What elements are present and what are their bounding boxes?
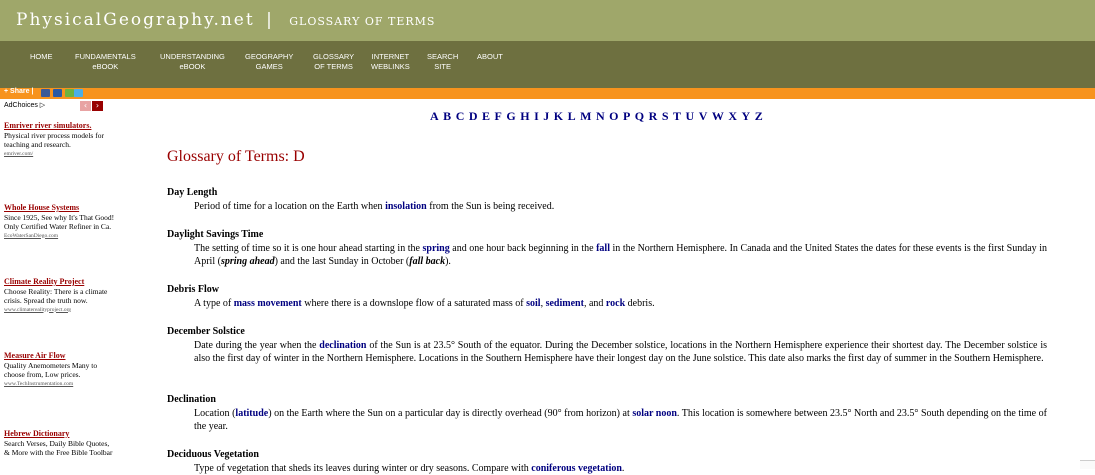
alphabet-link-i[interactable]: I	[534, 109, 540, 123]
glossary-entry: Debris Flow A type of mass movement wher…	[167, 283, 1047, 310]
term-link[interactable]: insolation	[385, 201, 427, 212]
alphabet-link-e[interactable]: E	[482, 109, 492, 123]
term-definition: Date during the year when the declinatio…	[194, 340, 1047, 364]
alphabet-link-s[interactable]: S	[662, 109, 670, 123]
ad-title[interactable]: Measure Air Flow	[4, 351, 116, 361]
facebook-icon[interactable]	[41, 89, 50, 97]
term-link[interactable]: solar noon	[632, 408, 677, 419]
term-title: Daylight Savings Time	[167, 229, 264, 240]
ad-body: Quality Anemometers Many to choose from,…	[4, 360, 98, 380]
alphabet-link-h[interactable]: H	[520, 109, 531, 123]
term-link[interactable]: mass movement	[234, 298, 302, 309]
glossary-entry: Deciduous Vegetation Type of vegetation …	[167, 448, 1047, 475]
alphabet-link-y[interactable]: Y	[742, 109, 752, 123]
term-definition: Period of time for a location on the Ear…	[194, 201, 555, 212]
alphabet-link-f[interactable]: F	[495, 109, 504, 123]
alphabet-link-l[interactable]: L	[568, 109, 578, 123]
site-name[interactable]: PhysicalGeography.net	[16, 10, 255, 30]
term-definition: Type of vegetation that sheds its leaves…	[194, 463, 625, 474]
alphabet-link-g[interactable]: G	[506, 109, 517, 123]
ad-block[interactable]: Measure Air Flow Quality Anemometers Man…	[4, 351, 116, 389]
adchoices-label[interactable]: AdChoices ▷	[4, 101, 45, 109]
nav-geography-games[interactable]: GEOGRAPHY GAMES	[245, 52, 293, 72]
ad-body: Choose Reality: There is a climate crisi…	[4, 286, 108, 306]
ad-url[interactable]: emriver.com/	[4, 150, 116, 160]
title-separator: |	[266, 10, 274, 30]
ad-title[interactable]: Climate Reality Project	[4, 277, 116, 287]
alphabet-link-j[interactable]: J	[543, 109, 551, 123]
alphabet-link-n[interactable]: N	[596, 109, 606, 123]
term-link[interactable]: soil	[526, 298, 540, 309]
ad-url[interactable]: www.TechInstrumentation.com	[4, 380, 116, 390]
alphabet-link-o[interactable]: O	[609, 109, 620, 123]
alphabet-link-w[interactable]: W	[712, 109, 726, 123]
ad-block[interactable]: Emriver river simulators. Physical river…	[4, 121, 116, 159]
page-title: Glossary of Terms: D	[167, 148, 305, 165]
nav-glossary[interactable]: GLOSSARY OF TERMS	[313, 52, 354, 72]
glossary-entry: Day Length Period of time for a location…	[167, 186, 1047, 213]
ad-url[interactable]: www.climaterealityproject.org	[4, 306, 116, 316]
glossary-entry: Declination Location (latitude) on the E…	[167, 393, 1047, 433]
glossary-entry: Daylight Savings Time The setting of tim…	[167, 228, 1047, 268]
alphabet-link-x[interactable]: X	[728, 109, 738, 123]
alphabet-link-m[interactable]: M	[580, 109, 593, 123]
ad-body: Search Verses, Daily Bible Quotes, & Mor…	[4, 438, 113, 458]
term-title: December Solstice	[167, 326, 245, 337]
nav-home[interactable]: HOME	[30, 52, 53, 62]
term-link[interactable]: latitude	[235, 408, 268, 419]
alphabet-link-t[interactable]: T	[673, 109, 683, 123]
share-button[interactable]: + Share |	[4, 88, 33, 95]
ad-block[interactable]: Climate Reality Project Choose Reality: …	[4, 277, 116, 315]
alphabet-link-z[interactable]: Z	[755, 109, 765, 123]
nav-about[interactable]: ABOUT	[477, 52, 503, 62]
term-definition: Location (latitude) on the Earth where t…	[194, 408, 1047, 432]
share-bar: + Share |	[0, 88, 1095, 99]
site-header: PhysicalGeography.net | GLOSSARY OF TERM…	[0, 0, 1095, 41]
ad-block[interactable]: Whole House Systems Since 1925, See why …	[4, 203, 116, 241]
alphabet-link-a[interactable]: A	[430, 109, 440, 123]
term-link[interactable]: sediment	[546, 298, 584, 309]
term-link[interactable]: spring	[422, 243, 449, 254]
myspace-icon[interactable]	[53, 89, 62, 97]
term-title: Day Length	[167, 187, 218, 198]
alphabet-link-r[interactable]: R	[649, 109, 659, 123]
main-nav: HOME FUNDAMENTALS eBOOK UNDERSTANDING eBOO…	[0, 41, 1095, 88]
nav-search-site[interactable]: SEARCH SITE	[427, 52, 458, 72]
twitter-icon[interactable]	[74, 89, 83, 97]
nav-fundamentals-ebook[interactable]: FUNDAMENTALS eBOOK	[75, 52, 136, 72]
ad-body: Since 1925, See why It's That Good! Only…	[4, 212, 115, 232]
ad-body: Physical river process models for teachi…	[4, 130, 104, 150]
term-link[interactable]: coniferous vegetation	[531, 463, 622, 474]
alphabet-link-b[interactable]: B	[443, 109, 453, 123]
alphabet-link-d[interactable]: D	[469, 109, 479, 123]
ad-url[interactable]: EcoWaterSanDiego.com	[4, 232, 116, 242]
glossary-entry: December Solstice Date during the year w…	[167, 325, 1047, 365]
alphabet-link-p[interactable]: P	[623, 109, 632, 123]
nav-internet-weblinks[interactable]: INTERNET WEBLINKS	[371, 52, 410, 72]
term-link[interactable]: declination	[319, 340, 366, 351]
term-link[interactable]: fall	[596, 243, 610, 254]
site-title[interactable]: PhysicalGeography.net | GLOSSARY OF TERM…	[16, 10, 435, 30]
term-definition: A type of mass movement where there is a…	[194, 298, 655, 309]
stumble-icon[interactable]	[65, 89, 74, 97]
alphabet-link-c[interactable]: C	[456, 109, 466, 123]
ad-block[interactable]: Hebrew Dictionary Search Verses, Daily B…	[4, 429, 116, 458]
alphabet-link-v[interactable]: V	[699, 109, 709, 123]
section-title: GLOSSARY OF TERMS	[289, 15, 436, 28]
term-title: Debris Flow	[167, 284, 219, 295]
alphabet-link-q[interactable]: Q	[635, 109, 646, 123]
term-link[interactable]: rock	[606, 298, 625, 309]
term-title: Deciduous Vegetation	[167, 449, 259, 460]
ad-next-icon[interactable]: ›	[92, 101, 103, 111]
term-definition: The setting of time so it is one hour ah…	[194, 243, 1047, 267]
ad-prev-icon[interactable]: ‹	[80, 101, 91, 111]
ad-title[interactable]: Hebrew Dictionary	[4, 429, 116, 439]
nav-understanding-ebook[interactable]: UNDERSTANDING eBOOK	[160, 52, 225, 72]
alphabet-link-u[interactable]: U	[686, 109, 696, 123]
alphabet-link-k[interactable]: K	[554, 109, 565, 123]
term-title: Declination	[167, 394, 216, 405]
ad-title[interactable]: Whole House Systems	[4, 203, 116, 213]
alphabet-index: ABCDEFGHIJKLMNOPQRSTUVWXYZ	[430, 109, 767, 124]
ad-title[interactable]: Emriver river simulators.	[4, 121, 116, 131]
